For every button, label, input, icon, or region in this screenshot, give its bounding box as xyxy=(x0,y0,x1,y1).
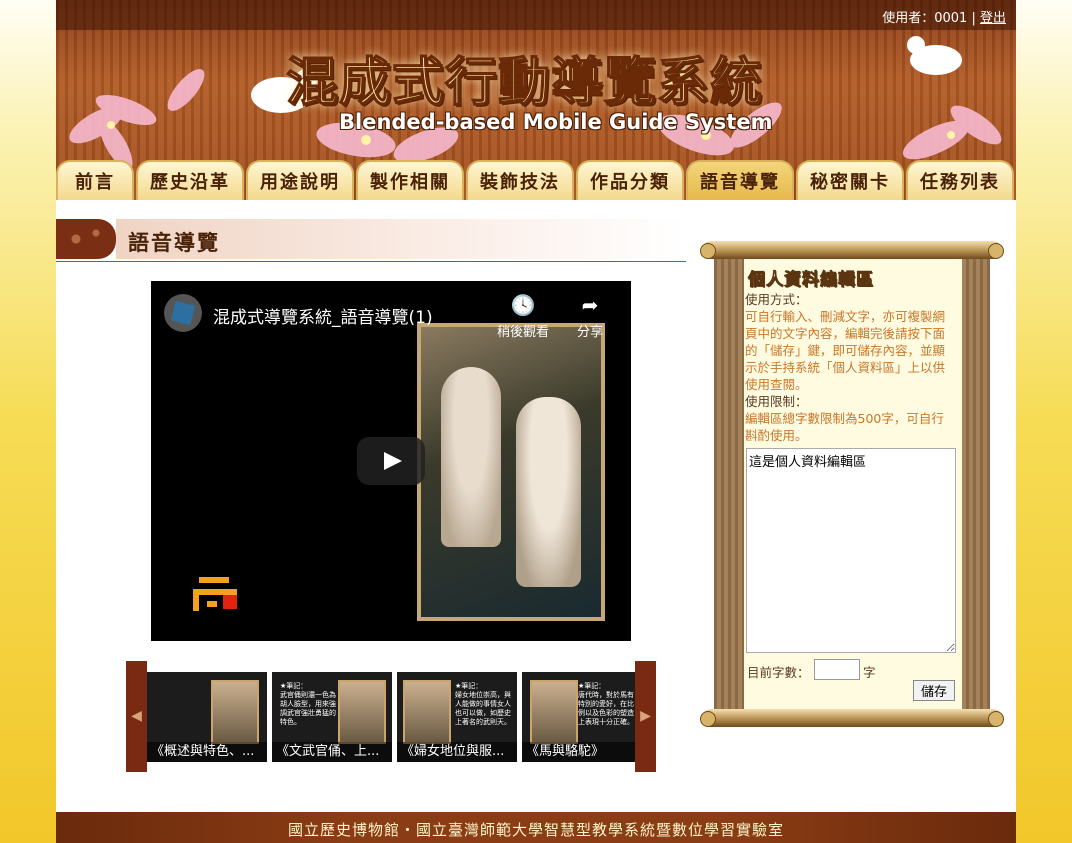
channel-watermark-icon xyxy=(193,577,237,611)
carousel-item[interactable]: ★筆記： 婦女地位崇高，與人能做的事情女人也可以做，如歷史上著名的武則天。 《婦女… xyxy=(397,672,517,762)
tab-decoration[interactable]: 裝飾技法 xyxy=(466,160,574,200)
limit-label: 使用限制： xyxy=(745,394,808,409)
char-count-label: 目前字數： xyxy=(747,665,810,680)
section-ornament-icon xyxy=(56,219,116,259)
tab-history[interactable]: 歷史沿革 xyxy=(136,160,244,200)
tab-secret-level[interactable]: 秘密關卡 xyxy=(796,160,904,200)
video-player[interactable]: 混成式導覽系統_語音導覽(1) 🕓 稍後觀看 ➦ 分享 xyxy=(151,281,631,641)
char-count-unit: 字 xyxy=(863,665,876,680)
figurine-thumbnail xyxy=(338,680,386,744)
profile-textarea[interactable]: 這是個人資料編輯區 xyxy=(746,448,956,653)
video-thumbnail xyxy=(417,323,605,621)
carousel-item[interactable]: ★筆記： 唐代時，對於馬有特別的愛好，在比例以及色彩的塑造上表現十分正確。 《馬與… xyxy=(522,672,635,762)
panel-title: 個人資料編輯區 xyxy=(748,270,874,291)
tab-task-list[interactable]: 任務列表 xyxy=(906,160,1014,200)
clock-icon: 🕓 xyxy=(510,293,536,317)
carousel-caption: 《概述與特色、... xyxy=(147,742,267,762)
figurine-image xyxy=(441,367,501,547)
figurine-thumbnail xyxy=(211,680,259,744)
figurine-thumbnail xyxy=(530,680,578,744)
tab-production[interactable]: 製作相關 xyxy=(356,160,464,200)
audio-carousel: ◀ 《概述與特色、... ★筆記： 武官俑則濃一色為胡人臉型，用來強調武官強壯勇猛… xyxy=(126,661,656,772)
tab-usage[interactable]: 用途說明 xyxy=(246,160,354,200)
carousel-next-button[interactable]: ▶ xyxy=(635,661,656,772)
limit-text: 編輯區總字數限制為500字，可自行斟酌使用。 xyxy=(745,411,944,443)
tab-audio-guide[interactable]: 語音導覽 xyxy=(686,160,794,200)
user-separator: | xyxy=(971,11,976,26)
site-subtitle: Blended-based Mobile Guide System xyxy=(339,110,773,134)
tab-preface[interactable]: 前言 xyxy=(56,160,134,200)
section-title: 語音導覽 xyxy=(128,231,220,255)
carousel-item[interactable]: 《概述與特色、... xyxy=(147,672,267,762)
site-title: 混成式行動導覽系統 xyxy=(285,51,764,114)
scroll-rod-top xyxy=(700,241,1004,259)
carousel-caption: 《婦女地位與服... xyxy=(397,742,517,762)
carousel-track: 《概述與特色、... ★筆記： 武官俑則濃一色為胡人臉型，用來強調武官強壯勇猛的特… xyxy=(147,661,635,772)
footer-text: 國立歷史博物館・國立臺灣師範大學智慧型教學系統暨數位學習實驗室 xyxy=(287,821,784,839)
usage-label: 使用方式： xyxy=(745,292,808,307)
tab-categories[interactable]: 作品分類 xyxy=(576,160,684,200)
section-header: 語音導覽 xyxy=(56,219,686,262)
share-button[interactable]: ➦ 分享 xyxy=(577,293,603,340)
logout-link[interactable]: 登出 xyxy=(980,11,1006,26)
watch-later-button[interactable]: 🕓 稍後觀看 xyxy=(497,293,549,340)
share-icon: ➦ xyxy=(581,293,599,317)
char-count-field[interactable] xyxy=(814,659,860,680)
save-button[interactable]: 儲存 xyxy=(913,680,955,701)
carousel-caption: 《文武官俑、上... xyxy=(272,742,392,762)
card-note: ★筆記： 武官俑則濃一色為胡人臉型，用來強調武官強壯勇猛的特色。 xyxy=(280,682,336,726)
user-id: 0001 xyxy=(934,11,968,26)
header-top-bar xyxy=(56,0,1016,30)
play-button[interactable] xyxy=(357,437,425,485)
card-note: ★筆記： 婦女地位崇高，與人能做的事情女人也可以做，如歷史上著名的武則天。 xyxy=(455,682,511,726)
site-header: 使用者：0001 | 登出 混成式行動導覽系統 Blended-based Mo… xyxy=(56,0,1016,200)
carousel-item[interactable]: ★筆記： 武官俑則濃一色為胡人臉型，用來強調武官強壯勇猛的特色。 《文武官俑、上.… xyxy=(272,672,392,762)
carousel-caption: 《馬與駱駝》 xyxy=(522,742,635,762)
user-label: 使用者： xyxy=(882,11,935,26)
video-title[interactable]: 混成式導覽系統_語音導覽(1) xyxy=(213,303,433,328)
figurine-thumbnail xyxy=(403,680,451,744)
share-label: 分享 xyxy=(577,325,604,340)
figurine-image xyxy=(516,397,581,587)
main-nav: 前言 歷史沿革 用途說明 製作相關 裝飾技法 作品分類 語音導覽 秘密關卡 任務… xyxy=(56,160,1016,200)
user-info: 使用者：0001 | 登出 xyxy=(882,7,1006,26)
card-note: ★筆記： 唐代時，對於馬有特別的愛好，在比例以及色彩的塑造上表現十分正確。 xyxy=(578,682,634,726)
carousel-prev-button[interactable]: ◀ xyxy=(126,661,147,772)
site-footer: 國立歷史博物館・國立臺灣師範大學智慧型教學系統暨數位學習實驗室 xyxy=(56,812,1016,843)
usage-text: 可自行輸入、刪減文字，亦可複製網頁中的文字內容，編輯完後請按下面的「儲存」鍵，即… xyxy=(745,309,946,392)
channel-avatar[interactable] xyxy=(164,294,202,332)
watch-later-label: 稍後觀看 xyxy=(497,325,550,340)
scroll-rod-bottom xyxy=(700,709,1004,727)
